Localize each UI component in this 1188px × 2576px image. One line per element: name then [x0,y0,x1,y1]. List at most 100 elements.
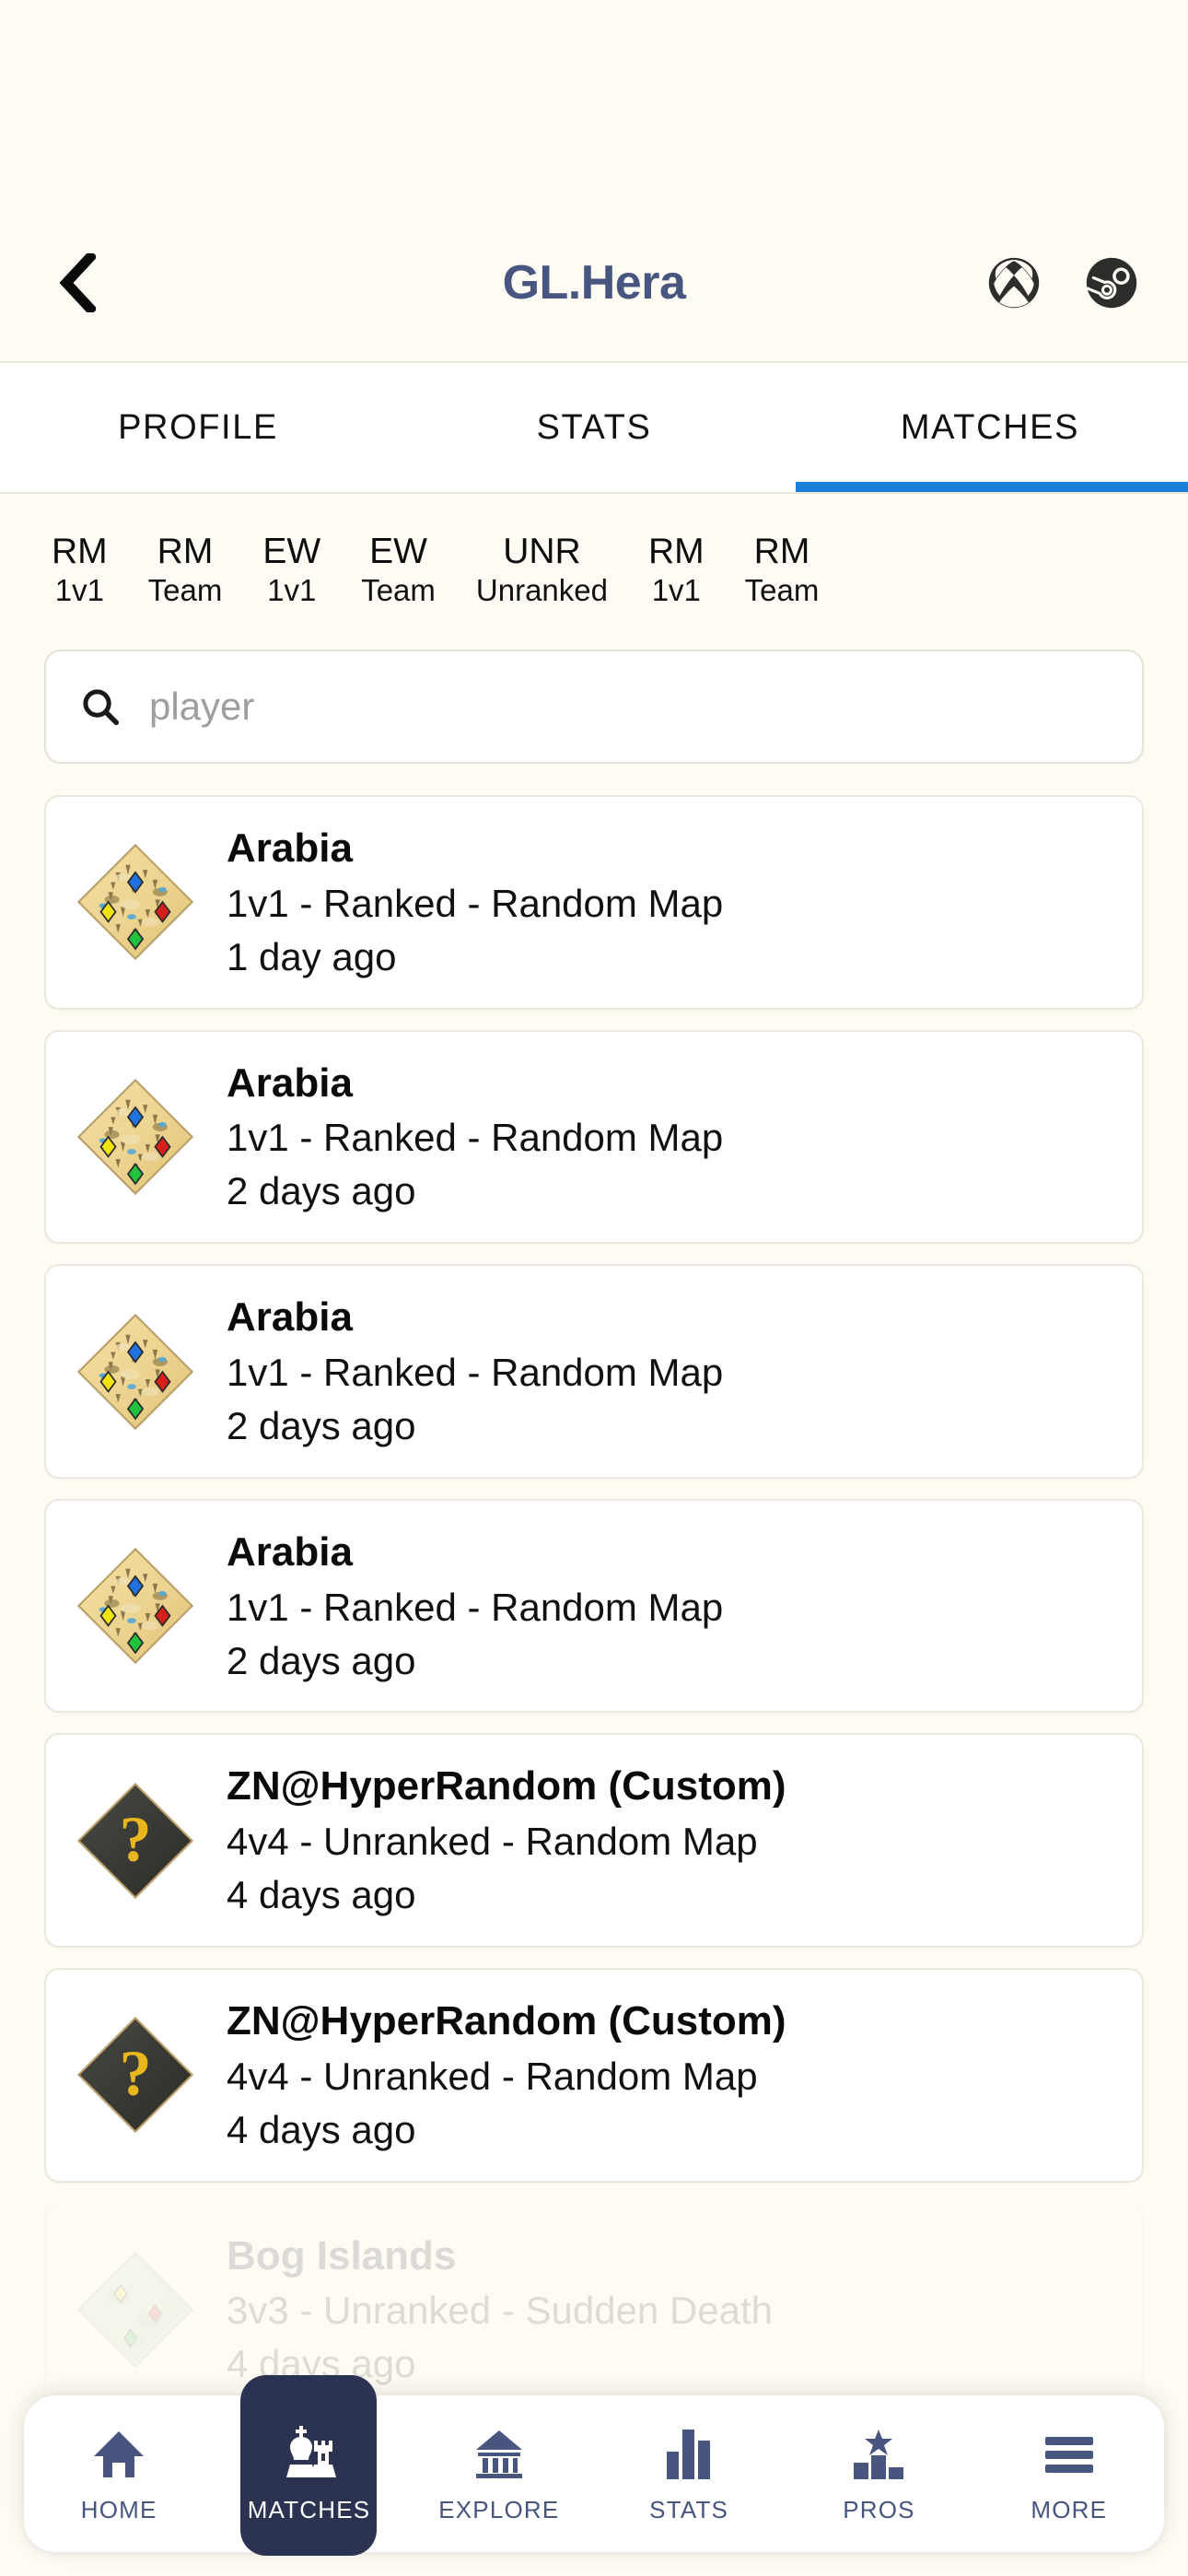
match-info: ZN@HyperRandom (Custom) 4v4 - Unranked -… [227,1759,786,1922]
match-info: Arabia 1v1 - Ranked - Random Map 1 day a… [227,821,723,984]
match-mode: 1v1 - Ranked - Random Map [227,1350,724,1394]
tab-matches[interactable]: MATCHES [792,363,1188,492]
xbox-icon[interactable] [987,256,1041,310]
tab-profile-label: PROFILE [118,407,278,447]
nav-item-matches[interactable]: MATCHES [214,2375,403,2556]
nav-label-stats: STATS [649,2495,729,2523]
question-mark-glyph: ? [120,1804,152,1875]
match-card[interactable]: ? ZN@HyperRandom (Custom) 4v4 - Unranked… [44,1968,1144,2183]
home-icon [90,2424,147,2481]
filter-chip-code: RM [52,532,108,571]
app-root: GL.Hera PROFILE STATS MATCHES RM 1v1 RM … [0,0,1188,2576]
match-map-name: Arabia [227,825,353,871]
match-card[interactable]: Bog Islands 3v3 - Unranked - Sudden Deat… [44,2202,1144,2418]
platform-icons [987,256,1138,310]
filter-chip[interactable]: EW 1v1 [242,531,341,609]
nav-label-matches: MATCHES [247,2495,371,2523]
nav-label-pros: PROS [843,2495,915,2523]
match-info: Arabia 1v1 - Ranked - Random Map 2 days … [227,1525,723,1688]
tab-profile[interactable]: PROFILE [0,363,396,492]
app-header: GL.Hera [0,205,1188,361]
arabia-map-thumbnail [76,1078,194,1196]
filter-chip[interactable]: EW Team [341,531,456,609]
filter-chip-sub: Team [147,573,223,608]
search-input[interactable] [149,684,1109,729]
match-mode: 4v4 - Unranked - Random Map [227,1820,758,1864]
podium-star-icon [850,2424,907,2481]
filter-chip-sub: Team [361,573,436,608]
match-card[interactable]: Arabia 1v1 - Ranked - Random Map 2 days … [44,1264,1144,1479]
filter-chip[interactable]: RM 1v1 [628,531,725,609]
match-card[interactable]: Arabia 1v1 - Ranked - Random Map 2 days … [44,1498,1144,1714]
unknown-map-thumbnail: ? [76,2017,194,2134]
filter-chip-code: RM [753,532,810,571]
nav-label-home: HOME [80,2495,157,2523]
tab-stats[interactable]: STATS [396,363,792,492]
match-map-name: ZN@HyperRandom (Custom) [227,1763,786,1809]
arabia-map-thumbnail [76,844,194,961]
search-section [0,639,1188,764]
nav-item-stats[interactable]: STATS [594,2395,784,2552]
search-box[interactable] [44,649,1144,764]
nav-label-explore: EXPLORE [438,2495,560,2523]
filter-chip-sub: 1v1 [651,573,701,608]
match-info: ZN@HyperRandom (Custom) 4v4 - Unranked -… [227,1994,786,2157]
nav-label-more: MORE [1031,2495,1108,2523]
filter-chip[interactable]: UNR Unranked [456,531,628,609]
bar-chart-icon [663,2424,715,2481]
match-info: Arabia 1v1 - Ranked - Random Map 2 days … [227,1056,723,1219]
match-map-name: ZN@HyperRandom (Custom) [227,1998,786,2044]
nav-item-more[interactable]: MORE [974,2395,1164,2552]
match-map-name: Arabia [227,1294,353,1341]
match-list: Arabia 1v1 - Ranked - Random Map 1 day a… [0,763,1188,2418]
status-bar [0,0,1188,205]
search-icon [83,689,120,725]
question-mark-glyph: ? [120,2039,152,2110]
match-card[interactable]: ? ZN@HyperRandom (Custom) 4v4 - Unranked… [44,1733,1144,1949]
filter-chip[interactable]: RM Team [725,531,840,609]
match-time: 4 days ago [227,2107,416,2151]
bottom-navigation: HOME MATCHES EXPLORE STATS PROS MORE [24,2375,1164,2556]
match-map-name: Arabia [227,1060,353,1106]
nav-item-explore[interactable]: EXPLORE [404,2395,594,2552]
arabia-map-thumbnail [76,1313,194,1430]
nav-item-pros[interactable]: PROS [784,2395,973,2552]
match-time: 2 days ago [227,1403,416,1447]
match-time: 4 days ago [227,1873,416,1917]
match-info: Bog Islands 3v3 - Unranked - Sudden Deat… [227,2229,773,2392]
match-mode: 3v3 - Unranked - Sudden Death [227,2289,774,2333]
filter-chip-code: EW [262,532,321,571]
match-time: 2 days ago [227,1638,416,1682]
match-mode: 1v1 - Ranked - Random Map [227,1116,724,1160]
match-mode: 1v1 - Ranked - Random Map [227,881,724,925]
filter-chip[interactable]: RM 1v1 [31,531,128,609]
temple-icon [471,2424,528,2481]
leaderboard-filter-row[interactable]: RM 1v1 RM Team EW 1v1 EW Team UNR Unrank… [0,494,1188,640]
match-time: 1 day ago [227,934,397,978]
bog-islands-map-thumbnail [76,2251,194,2369]
match-time: 2 days ago [227,1169,416,1213]
tab-stats-label: STATS [536,407,652,447]
filter-chip-code: RM [647,532,705,571]
arabia-map-thumbnail [76,1547,194,1665]
hamburger-icon [1041,2424,1098,2481]
steam-icon[interactable] [1085,256,1138,310]
match-card[interactable]: Arabia 1v1 - Ranked - Random Map 2 days … [44,1029,1144,1245]
filter-chip-code: EW [369,532,427,571]
match-info: Arabia 1v1 - Ranked - Random Map 2 days … [227,1290,723,1453]
filter-chip-code: RM [157,532,214,571]
match-map-name: Bog Islands [227,2232,457,2278]
filter-chip[interactable]: RM Team [128,531,243,609]
match-mode: 1v1 - Ranked - Random Map [227,1585,724,1629]
chess-icon [277,2424,340,2481]
nav-item-home[interactable]: HOME [24,2395,214,2552]
match-card[interactable]: Arabia 1v1 - Ranked - Random Map 1 day a… [44,794,1144,1010]
back-button[interactable] [44,250,111,316]
filter-chip-sub: Team [744,573,820,608]
filter-chip-code: UNR [503,532,581,571]
match-mode: 4v4 - Unranked - Random Map [227,2054,758,2098]
unknown-map-thumbnail: ? [76,1782,194,1899]
filter-chip-sub: 1v1 [54,573,104,608]
filter-chip-sub: Unranked [475,573,608,608]
filter-chip-sub: 1v1 [267,573,317,608]
